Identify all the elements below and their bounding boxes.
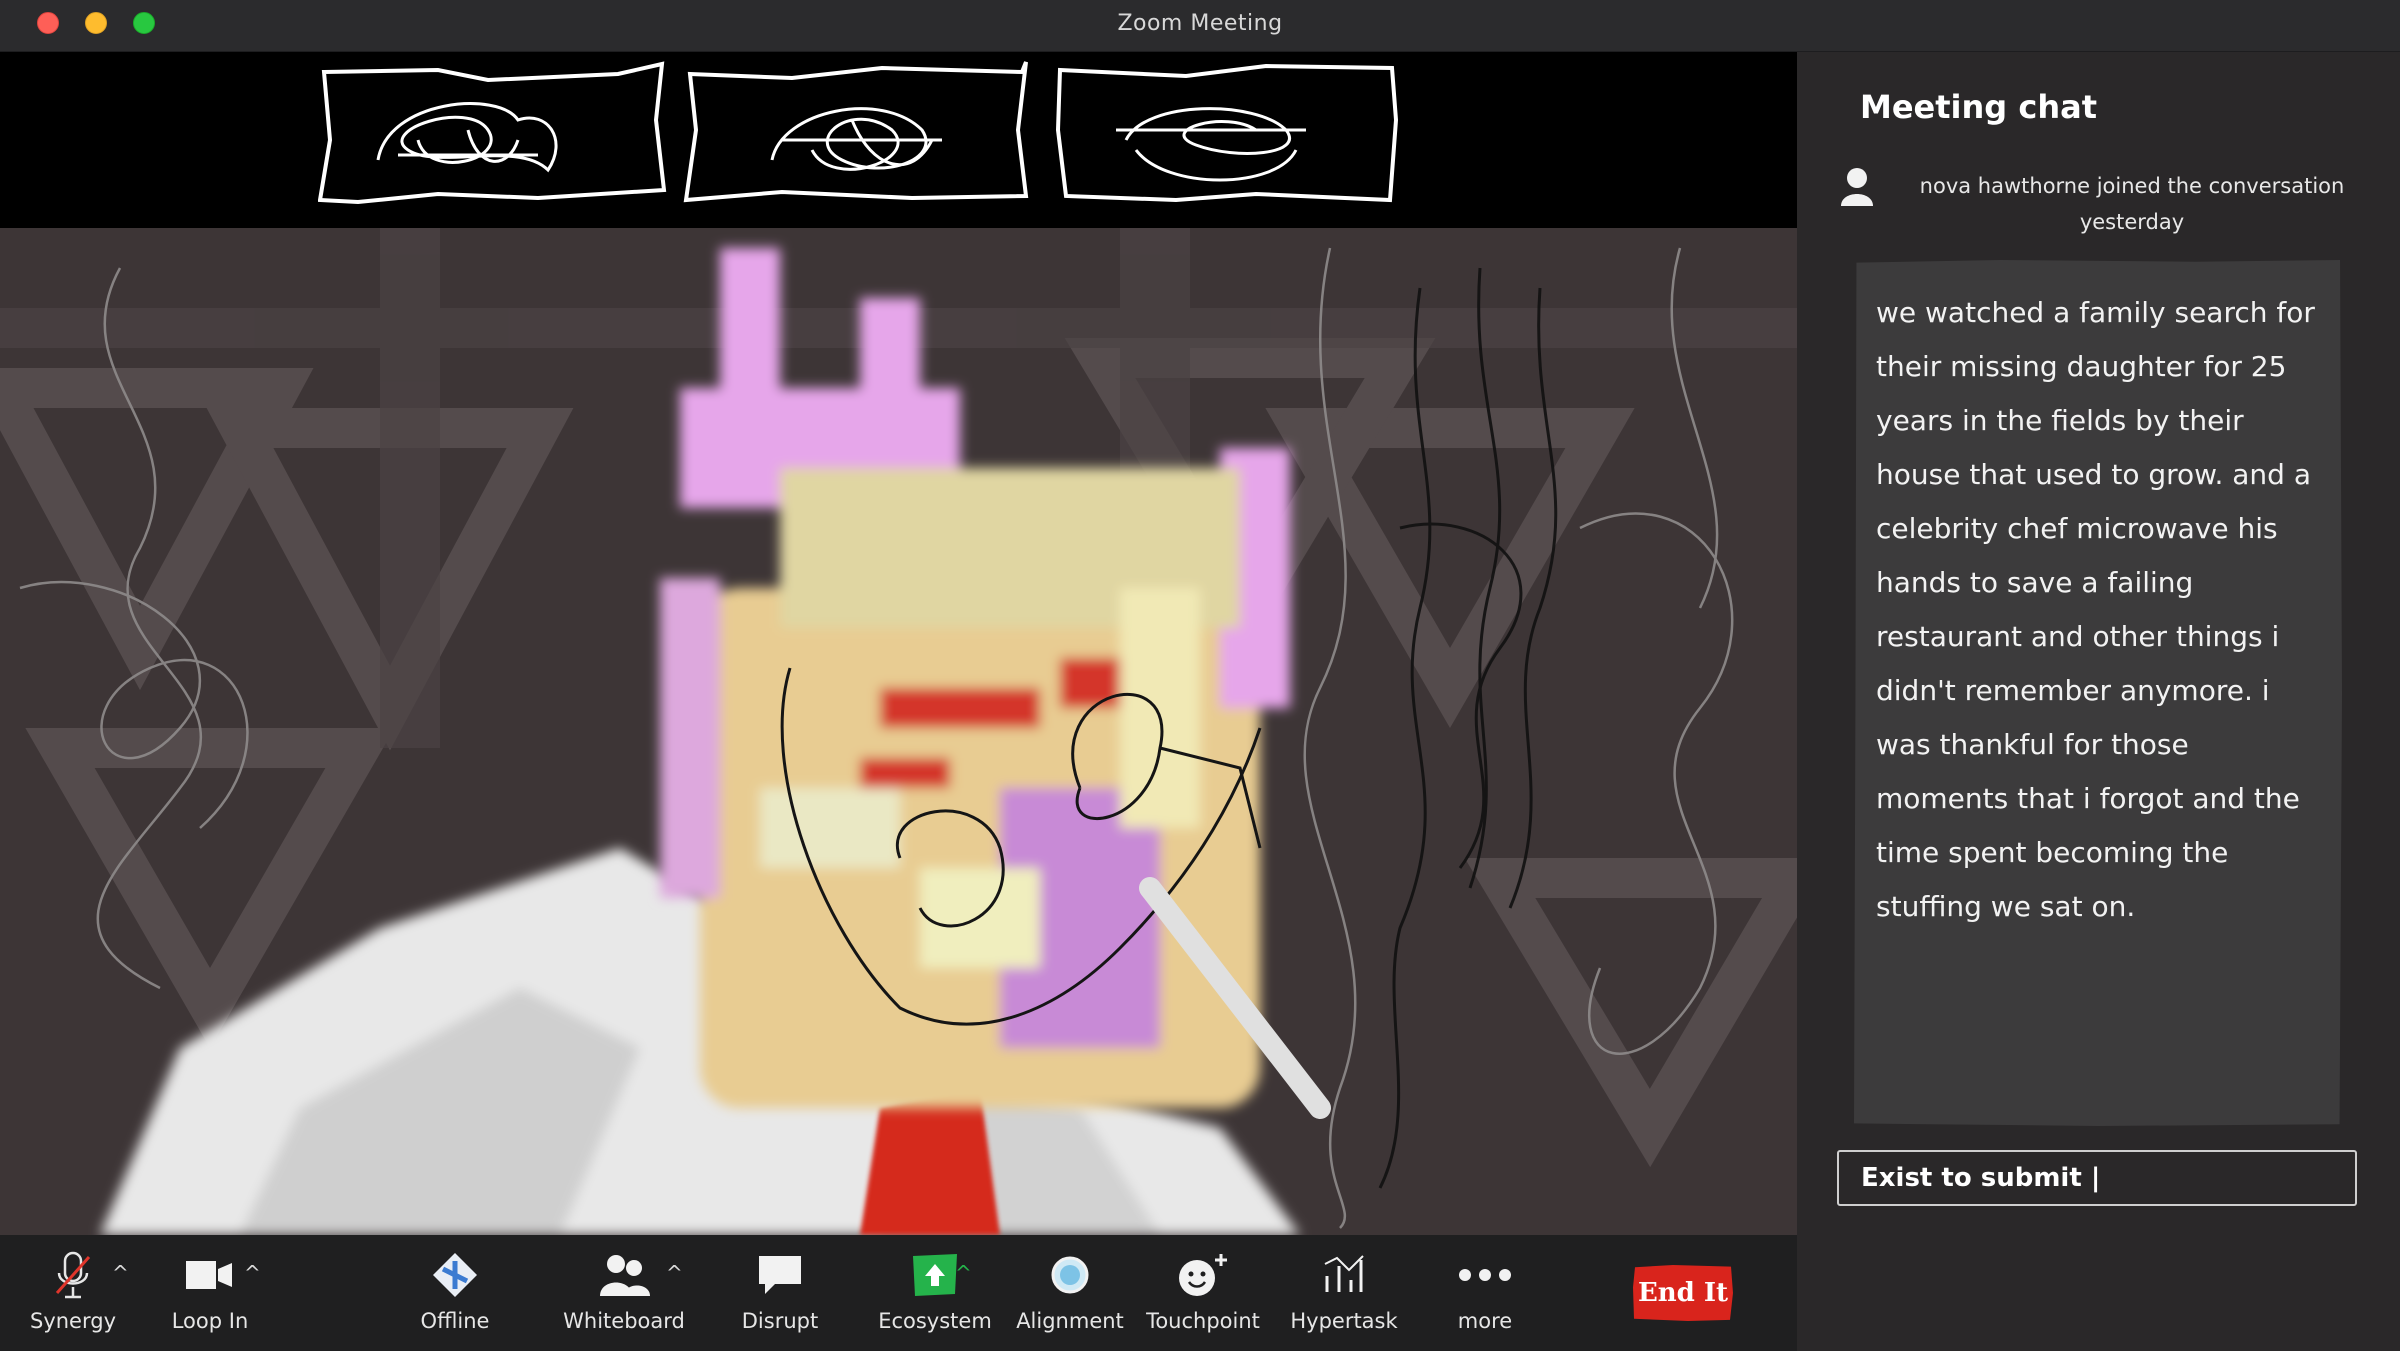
diamond-logo-icon — [433, 1253, 477, 1297]
video-area — [0, 52, 1797, 1235]
ecosystem-caret-icon[interactable]: ^ — [955, 1261, 972, 1285]
alignment-button[interactable]: Alignment — [1015, 1247, 1125, 1347]
loop-in-label: Loop In — [171, 1309, 249, 1333]
window-titlebar: Zoom Meeting — [0, 0, 2400, 52]
ecosystem-label: Ecosystem — [878, 1309, 992, 1333]
hypertask-label: Hypertask — [1290, 1309, 1398, 1333]
bubble-icon — [1051, 1256, 1089, 1294]
more-label: more — [1457, 1309, 1513, 1333]
smiley-plus-icon — [1179, 1254, 1227, 1296]
chat-panel: Meeting chat nova hawthorne joined the c… — [1797, 52, 2400, 1351]
meeting-toolbar: Synergy ^ Loop In ^ Offline Whiteboard ^… — [0, 1235, 1797, 1351]
video-camera-icon — [186, 1261, 232, 1289]
participant-thumbnail-1[interactable] — [318, 60, 670, 210]
touchpoint-button[interactable]: Touchpoint — [1143, 1247, 1263, 1347]
muted-microphone-icon — [55, 1251, 91, 1299]
main-video-feed — [0, 228, 1797, 1235]
end-meeting-button[interactable]: End It — [1633, 1265, 1733, 1321]
disrupt-button[interactable]: Disrupt — [735, 1247, 825, 1347]
speech-bubble-icon — [759, 1256, 801, 1294]
window-title: Zoom Meeting — [1117, 11, 1283, 36]
whiteboard-caret-icon[interactable]: ^ — [666, 1261, 683, 1285]
synergy-button[interactable]: Synergy — [28, 1247, 118, 1347]
chat-message-text: we watched a family search for their mis… — [1876, 296, 2315, 923]
more-dots-icon — [1459, 1269, 1511, 1281]
share-screen-icon — [913, 1254, 957, 1296]
whiteboard-label: Whiteboard — [563, 1309, 685, 1333]
participant-thumbnail-2[interactable] — [682, 60, 1034, 210]
chart-icon — [1324, 1255, 1364, 1292]
touchpoint-label: Touchpoint — [1146, 1309, 1260, 1333]
alignment-label: Alignment — [1016, 1309, 1124, 1333]
user-icon — [1841, 168, 1873, 206]
hypertask-button[interactable]: Hypertask — [1282, 1247, 1406, 1347]
join-notice-text: nova hawthorne joined the conversation y… — [1919, 174, 2345, 234]
synergy-caret-icon[interactable]: ^ — [112, 1261, 129, 1285]
chat-input[interactable] — [1837, 1150, 2357, 1206]
offline-label: Offline — [420, 1309, 490, 1333]
chat-title: Meeting chat — [1860, 88, 2097, 126]
more-button[interactable]: more — [1440, 1247, 1530, 1347]
disrupt-label: Disrupt — [741, 1309, 819, 1333]
chat-message-box: we watched a family search for their mis… — [1854, 260, 2342, 1126]
participant-thumbnail-3[interactable] — [1056, 60, 1408, 210]
offline-button[interactable]: Offline — [410, 1247, 500, 1347]
ecosystem-button[interactable]: Ecosystem — [875, 1247, 995, 1347]
loop-in-caret-icon[interactable]: ^ — [244, 1261, 261, 1285]
synergy-label: Synergy — [29, 1309, 116, 1333]
participant-thumbnail-strip — [0, 52, 1797, 228]
participants-icon — [600, 1255, 650, 1296]
